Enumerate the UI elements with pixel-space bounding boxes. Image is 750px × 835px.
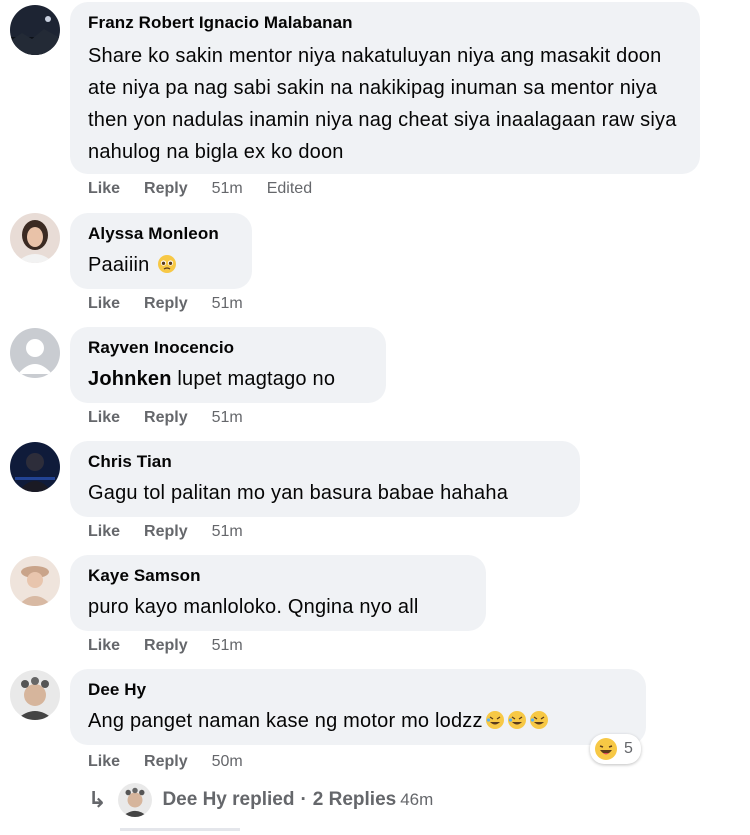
comment-timestamp[interactable]: 51m [212, 523, 243, 541]
replied-label: Dee Hy replied [162, 789, 295, 810]
reply-button[interactable]: Reply [144, 753, 188, 771]
night-landscape-avatar[interactable] [10, 5, 60, 55]
like-button[interactable]: Like [88, 180, 120, 198]
comment-text: Paaiiin [88, 249, 234, 281]
comment-timestamp[interactable]: 50m [212, 753, 243, 771]
comment-timestamp[interactable]: 51m [212, 180, 243, 198]
divider [120, 828, 240, 831]
like-button[interactable]: Like [88, 753, 120, 771]
like-button[interactable]: Like [88, 409, 120, 427]
like-button[interactable]: Like [88, 637, 120, 655]
rolling-laughing-emoji [485, 711, 504, 729]
comment-bubble: Alyssa Monleon Paaiiin [70, 213, 252, 289]
comment-actions: Like Reply 50m [88, 753, 267, 771]
default-user-avatar[interactable] [10, 328, 60, 378]
comment-text: puro kayo manloloko. Qngina nyo all [88, 596, 419, 618]
woman-portrait-avatar[interactable] [10, 213, 60, 263]
woman-hat-avatar[interactable] [10, 556, 60, 606]
reply-button[interactable]: Reply [144, 523, 188, 541]
haha-reaction-icon [595, 738, 617, 760]
comment-bubble: Franz Robert Ignacio Malabanan Share ko … [70, 2, 700, 174]
separator-dot: · [300, 789, 307, 810]
comment-text-content: Paaiiin [88, 254, 150, 276]
pleading-face-emoji [158, 255, 177, 273]
comment-text-content: Ang panget naman kase ng motor mo lodzz [88, 710, 483, 732]
rolling-laughing-emoji [529, 711, 548, 729]
comment-text: Johnken lupet magtago no [88, 363, 368, 395]
edited-label: Edited [266, 180, 313, 197]
replier-avatar [118, 783, 153, 817]
comment-bubble: Kaye Samson puro kayo manloloko. Qngina … [70, 555, 486, 631]
comment-bubble: Rayven Inocencio Johnken lupet magtago n… [70, 327, 386, 403]
comment-author[interactable]: Chris Tian [88, 451, 562, 473]
comment-text: Ang panget naman kase ng motor mo lodzz [88, 705, 628, 737]
mention-link[interactable]: Johnken [88, 368, 172, 390]
reaction-count: 5 [624, 740, 633, 757]
rolling-laughing-emoji [507, 711, 526, 729]
comment-author[interactable]: Rayven Inocencio [88, 337, 368, 359]
dark-person-avatar[interactable] [10, 442, 60, 492]
reply-arrow-icon: ↳ [88, 787, 107, 812]
comment-bubble: Chris Tian Gagu tol palitan mo yan basur… [70, 441, 580, 517]
comment-author[interactable]: Alyssa Monleon [88, 223, 234, 245]
reply-button[interactable]: Reply [144, 180, 188, 198]
comment-author[interactable]: Kaye Samson [88, 565, 468, 587]
view-replies-link[interactable]: ↳ Dee Hy replied · 2 Replies 46m [88, 783, 433, 817]
reply-button[interactable]: Reply [144, 295, 188, 313]
reply-button[interactable]: Reply [144, 637, 188, 655]
like-button[interactable]: Like [88, 295, 120, 313]
comment-actions: Like Reply 51m [88, 523, 267, 541]
comment-bubble: Dee Hy Ang panget naman kase ng motor mo… [70, 669, 646, 745]
comment-timestamp[interactable]: 51m [212, 409, 243, 427]
comment-timestamp[interactable]: 51m [212, 637, 243, 655]
reply-button[interactable]: Reply [144, 409, 188, 427]
reply-timestamp: 46m [400, 790, 434, 809]
comment-actions: Like Reply 51m Edited [88, 180, 336, 198]
comment-timestamp[interactable]: 51m [212, 295, 243, 313]
comment-author[interactable]: Franz Robert Ignacio Malabanan [88, 12, 682, 34]
like-button[interactable]: Like [88, 523, 120, 541]
man-flower-crown-avatar[interactable] [10, 670, 60, 720]
comment-text-content: lupet magtago no [171, 368, 336, 390]
comment-actions: Like Reply 51m [88, 409, 267, 427]
comment-actions: Like Reply 51m [88, 295, 267, 313]
comment-actions: Like Reply 51m [88, 637, 267, 655]
replies-count: 2 Replies [312, 789, 397, 810]
reaction-summary[interactable]: 5 [590, 734, 641, 764]
comment-text: Share ko sakin mentor niya nakatuluyan n… [88, 45, 677, 163]
comment-text: Gagu tol palitan mo yan basura babae hah… [88, 482, 509, 504]
comment-author[interactable]: Dee Hy [88, 679, 628, 701]
